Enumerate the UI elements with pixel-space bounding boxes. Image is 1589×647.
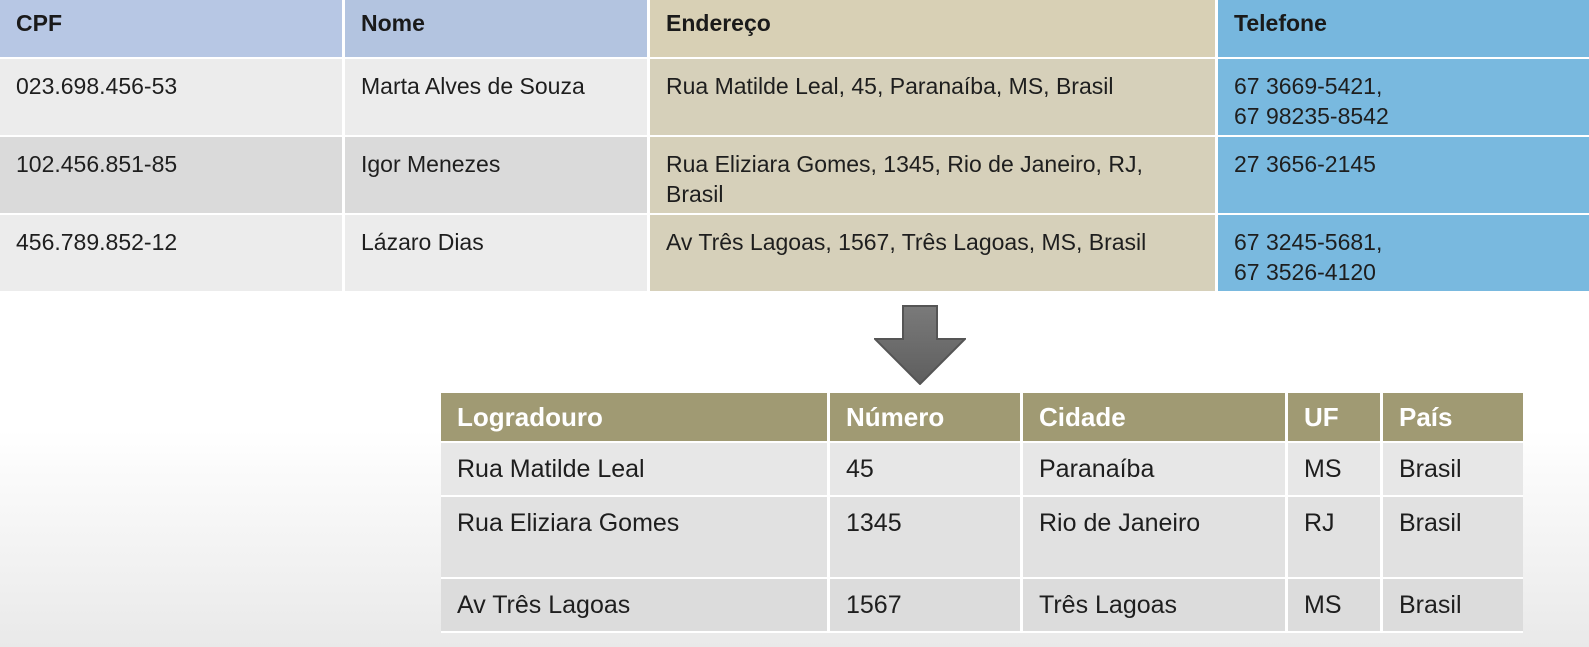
header-cpf: CPF (0, 0, 345, 59)
cell-cpf: 023.698.456-53 (0, 59, 345, 137)
cell-pais: Brasil (1383, 497, 1523, 579)
telefone-line: 67 3669-5421, (1234, 73, 1383, 99)
cell-uf: MS (1288, 579, 1383, 633)
cell-cidade: Três Lagoas (1023, 579, 1288, 633)
cell-numero: 1567 (830, 579, 1023, 633)
cell-cpf: 102.456.851-85 (0, 137, 345, 215)
cell-cidade: Rio de Janeiro (1023, 497, 1288, 579)
header-logradouro: Logradouro (441, 393, 830, 443)
endereco-table: Logradouro Número Cidade UF País Rua Mat… (441, 393, 1523, 633)
header-numero: Número (830, 393, 1023, 443)
cell-endereco: Rua Eliziara Gomes, 1345, Rio de Janeiro… (650, 137, 1218, 215)
cell-uf: MS (1288, 443, 1383, 497)
clientes-table: CPF Nome Endereço Telefone 023.698.456-5… (0, 0, 1589, 293)
telefone-line: 67 3245-5681, (1234, 229, 1383, 255)
header-telefone: Telefone (1218, 0, 1589, 59)
cell-logradouro: Rua Matilde Leal (441, 443, 830, 497)
cell-endereco: Rua Matilde Leal, 45, Paranaíba, MS, Bra… (650, 59, 1218, 137)
telefone-line: 27 3656-2145 (1234, 151, 1376, 177)
header-uf: UF (1288, 393, 1383, 443)
cell-numero: 1345 (830, 497, 1023, 579)
cell-logradouro: Rua Eliziara Gomes (441, 497, 830, 579)
header-pais: País (1383, 393, 1523, 443)
cell-nome: Marta Alves de Souza (345, 59, 650, 137)
cell-cpf: 456.789.852-12 (0, 215, 345, 293)
cell-nome: Igor Menezes (345, 137, 650, 215)
cell-pais: Brasil (1383, 443, 1523, 497)
header-cidade: Cidade (1023, 393, 1288, 443)
cell-endereco: Av Três Lagoas, 1567, Três Lagoas, MS, B… (650, 215, 1218, 293)
down-arrow-icon (874, 305, 966, 385)
cell-uf: RJ (1288, 497, 1383, 579)
cell-pais: Brasil (1383, 579, 1523, 633)
cell-logradouro: Av Três Lagoas (441, 579, 830, 633)
header-nome: Nome (345, 0, 650, 59)
cell-numero: 45 (830, 443, 1023, 497)
cell-telefone: 27 3656-2145 (1218, 137, 1589, 215)
telefone-line: 67 3526-4120 (1234, 259, 1376, 285)
cell-telefone: 67 3245-5681, 67 3526-4120 (1218, 215, 1589, 293)
cell-cidade: Paranaíba (1023, 443, 1288, 497)
cell-nome: Lázaro Dias (345, 215, 650, 293)
cell-telefone: 67 3669-5421, 67 98235-8542 (1218, 59, 1589, 137)
header-endereco: Endereço (650, 0, 1218, 59)
telefone-line: 67 98235-8542 (1234, 103, 1389, 129)
